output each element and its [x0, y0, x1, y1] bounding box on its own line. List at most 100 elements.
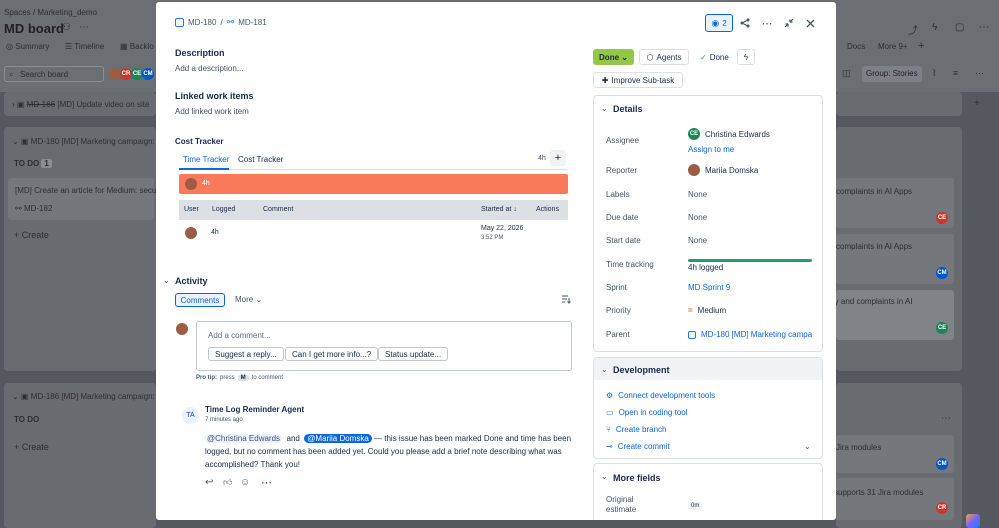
card-title: complaints in AI Apps [836, 242, 913, 251]
create-button[interactable]: + Create [14, 442, 49, 452]
insights-icon[interactable]: ◫ [842, 68, 851, 79]
create-commit-link[interactable]: ⊸ Create commit [606, 442, 670, 451]
mention[interactable]: @Mariia Domska [304, 434, 372, 443]
close-icon[interactable] [801, 14, 819, 32]
more-fields-heading: More fields [613, 473, 661, 483]
labels-value[interactable]: None [688, 190, 707, 199]
eye-icon: ◉ [711, 17, 720, 28]
group-header[interactable]: ⌄ ▣ MD-186 [MD] Marketing campaign: [12, 392, 155, 401]
chevron-down-icon[interactable]: ⌄ [804, 442, 811, 451]
more-icon[interactable]: ⋯ [975, 68, 984, 79]
assignee-value[interactable]: CE Christina Edwards [688, 128, 770, 140]
more-icon[interactable]: ⋯ [941, 413, 951, 424]
avatar[interactable]: CM [142, 68, 154, 80]
lightning-icon[interactable]: ϟ [932, 22, 937, 33]
tab-cost-tracker[interactable]: Cost Tracker [238, 155, 283, 164]
people-icon[interactable]: ⚇ [62, 22, 71, 33]
description-heading: Description [175, 48, 225, 58]
filter-icon[interactable]: ≡ [953, 68, 958, 78]
suggest-reply-chip[interactable]: Suggest a reply... [208, 347, 284, 361]
comment-body: @Christina Edwards and @Mariia Domska — … [205, 434, 572, 469]
board-breadcrumb[interactable]: Spaces / Marketing_demo [4, 8, 97, 17]
board-card[interactable] [836, 478, 954, 520]
search-input[interactable]: ⌕ Search board [4, 66, 104, 82]
add-linked-item-link[interactable]: Add linked work item [175, 107, 249, 116]
more-info-chip[interactable]: Can I get more info...? [285, 347, 379, 361]
comment-input[interactable]: Add a comment... [196, 321, 572, 371]
more-icon[interactable]: ⋯ [79, 22, 89, 33]
column-actions: Actions [536, 206, 559, 213]
status-dropdown[interactable]: Done ⌄ [593, 49, 634, 65]
add-icon[interactable]: + [974, 98, 980, 109]
open-coding-tool-link[interactable]: ▭ Open in coding tool [606, 408, 688, 417]
more-actions-icon[interactable]: ⋯ [758, 14, 776, 32]
group-header[interactable]: ⌄ ▣ MD-180 [MD] Marketing campaign: [12, 137, 155, 146]
cell-date: May 22, 2026 [481, 225, 524, 232]
nav-tab-docs[interactable]: Docs [847, 42, 865, 51]
create-button[interactable]: + Create [14, 230, 49, 240]
automation-icon[interactable]: ϟ [737, 49, 755, 65]
connect-dev-tools-link[interactable]: ⚙ Connect development tools [606, 391, 715, 400]
table-row: 4h May 22, 2026 3:52 PM [179, 220, 568, 248]
chevron-down-icon[interactable]: ⌄ [601, 104, 608, 113]
parent-key-link[interactable]: MD-180 [188, 18, 216, 27]
reporter-value[interactable]: Mariia Domska [688, 164, 758, 176]
comment-placeholder: Add a comment... [208, 331, 271, 340]
nav-more[interactable]: More 9+ [878, 42, 908, 51]
share-icon[interactable]: ⤴ [908, 22, 918, 37]
due-date-value[interactable]: None [688, 213, 707, 222]
reply-icon[interactable]: ↩ [205, 477, 213, 488]
collapse-icon[interactable] [780, 14, 798, 32]
cell-logged: 4h [211, 229, 219, 236]
add-reaction-icon[interactable]: ☺ [240, 477, 250, 488]
time-logged-bar: 4h [179, 174, 568, 194]
chart-icon[interactable]: ⌇ [932, 68, 936, 79]
add-time-button[interactable]: + [550, 150, 566, 166]
original-estimate-label: Original estimate [606, 495, 637, 514]
watch-button[interactable]: ◉ 2 [705, 14, 733, 32]
like-icon[interactable]: 👍︎ [223, 477, 232, 488]
rovo-icon[interactable] [966, 514, 980, 528]
nav-tab-summary[interactable]: ◎ Summary [6, 42, 49, 51]
tab-time-tracker[interactable]: Time Tracker [183, 155, 229, 164]
more-icon[interactable]: ⋯ [261, 476, 272, 489]
chevron-down-icon: ⌄ [621, 52, 628, 62]
column-started-at[interactable]: Started at ↓ [481, 206, 517, 213]
status-update-chip[interactable]: Status update... [378, 347, 449, 361]
chevron-down-icon[interactable]: ⌄ [601, 365, 608, 374]
group-header[interactable]: › ▣ MD-166 [MD] Update video on site [12, 100, 149, 109]
chevron-down-icon[interactable]: ⌄ [601, 472, 608, 481]
sort-icon[interactable] [561, 294, 571, 304]
time-tracking-bar[interactable] [688, 259, 812, 262]
mention[interactable]: @Christina Edwards [205, 434, 283, 443]
parent-value[interactable]: MD-180 [MD] Marketing campa [688, 330, 812, 339]
chevron-down-icon[interactable]: ⌄ [163, 276, 170, 285]
filter-comments-button[interactable]: Comments [175, 293, 225, 307]
group-by-button[interactable]: Group: Stories [862, 66, 922, 82]
issue-key-link[interactable]: MD-181 [238, 18, 266, 27]
assign-to-me-link[interactable]: Assign to me [688, 145, 734, 154]
card-title: [MD] Create an article for Medium: secur [15, 186, 160, 195]
more-icon[interactable]: ⋯ [979, 22, 989, 33]
nav-tab-timeline[interactable]: ☰ Timeline [65, 42, 104, 51]
description-field[interactable]: Add a description... [175, 64, 243, 73]
start-date-value[interactable]: None [688, 236, 707, 245]
create-branch-link[interactable]: ⑂ Create branch [606, 425, 667, 434]
add-tab-icon[interactable]: + [918, 40, 924, 52]
current-user-avatar [176, 323, 188, 335]
priority-medium-icon: = [688, 306, 693, 315]
improve-subtask-button[interactable]: ✚ Improve Sub-task [593, 72, 683, 88]
board-card[interactable] [8, 178, 154, 220]
feedback-icon[interactable]: ▢ [955, 22, 964, 33]
activity-more-dropdown[interactable]: More ⌄ [235, 295, 262, 304]
share-icon[interactable] [736, 14, 754, 32]
story-icon [688, 330, 696, 339]
agents-button[interactable]: ⬡ Agents [639, 49, 689, 65]
priority-value[interactable]: = Medium [688, 306, 726, 315]
nav-tab-backlog[interactable]: ▦ Backlo [120, 42, 154, 51]
sprint-value[interactable]: MD Sprint 9 [688, 283, 730, 292]
comment-author[interactable]: Time Log Reminder Agent [205, 405, 304, 414]
parent-label: Parent [606, 330, 630, 339]
group-column [4, 383, 156, 528]
original-estimate-value[interactable]: 0m [688, 502, 703, 510]
